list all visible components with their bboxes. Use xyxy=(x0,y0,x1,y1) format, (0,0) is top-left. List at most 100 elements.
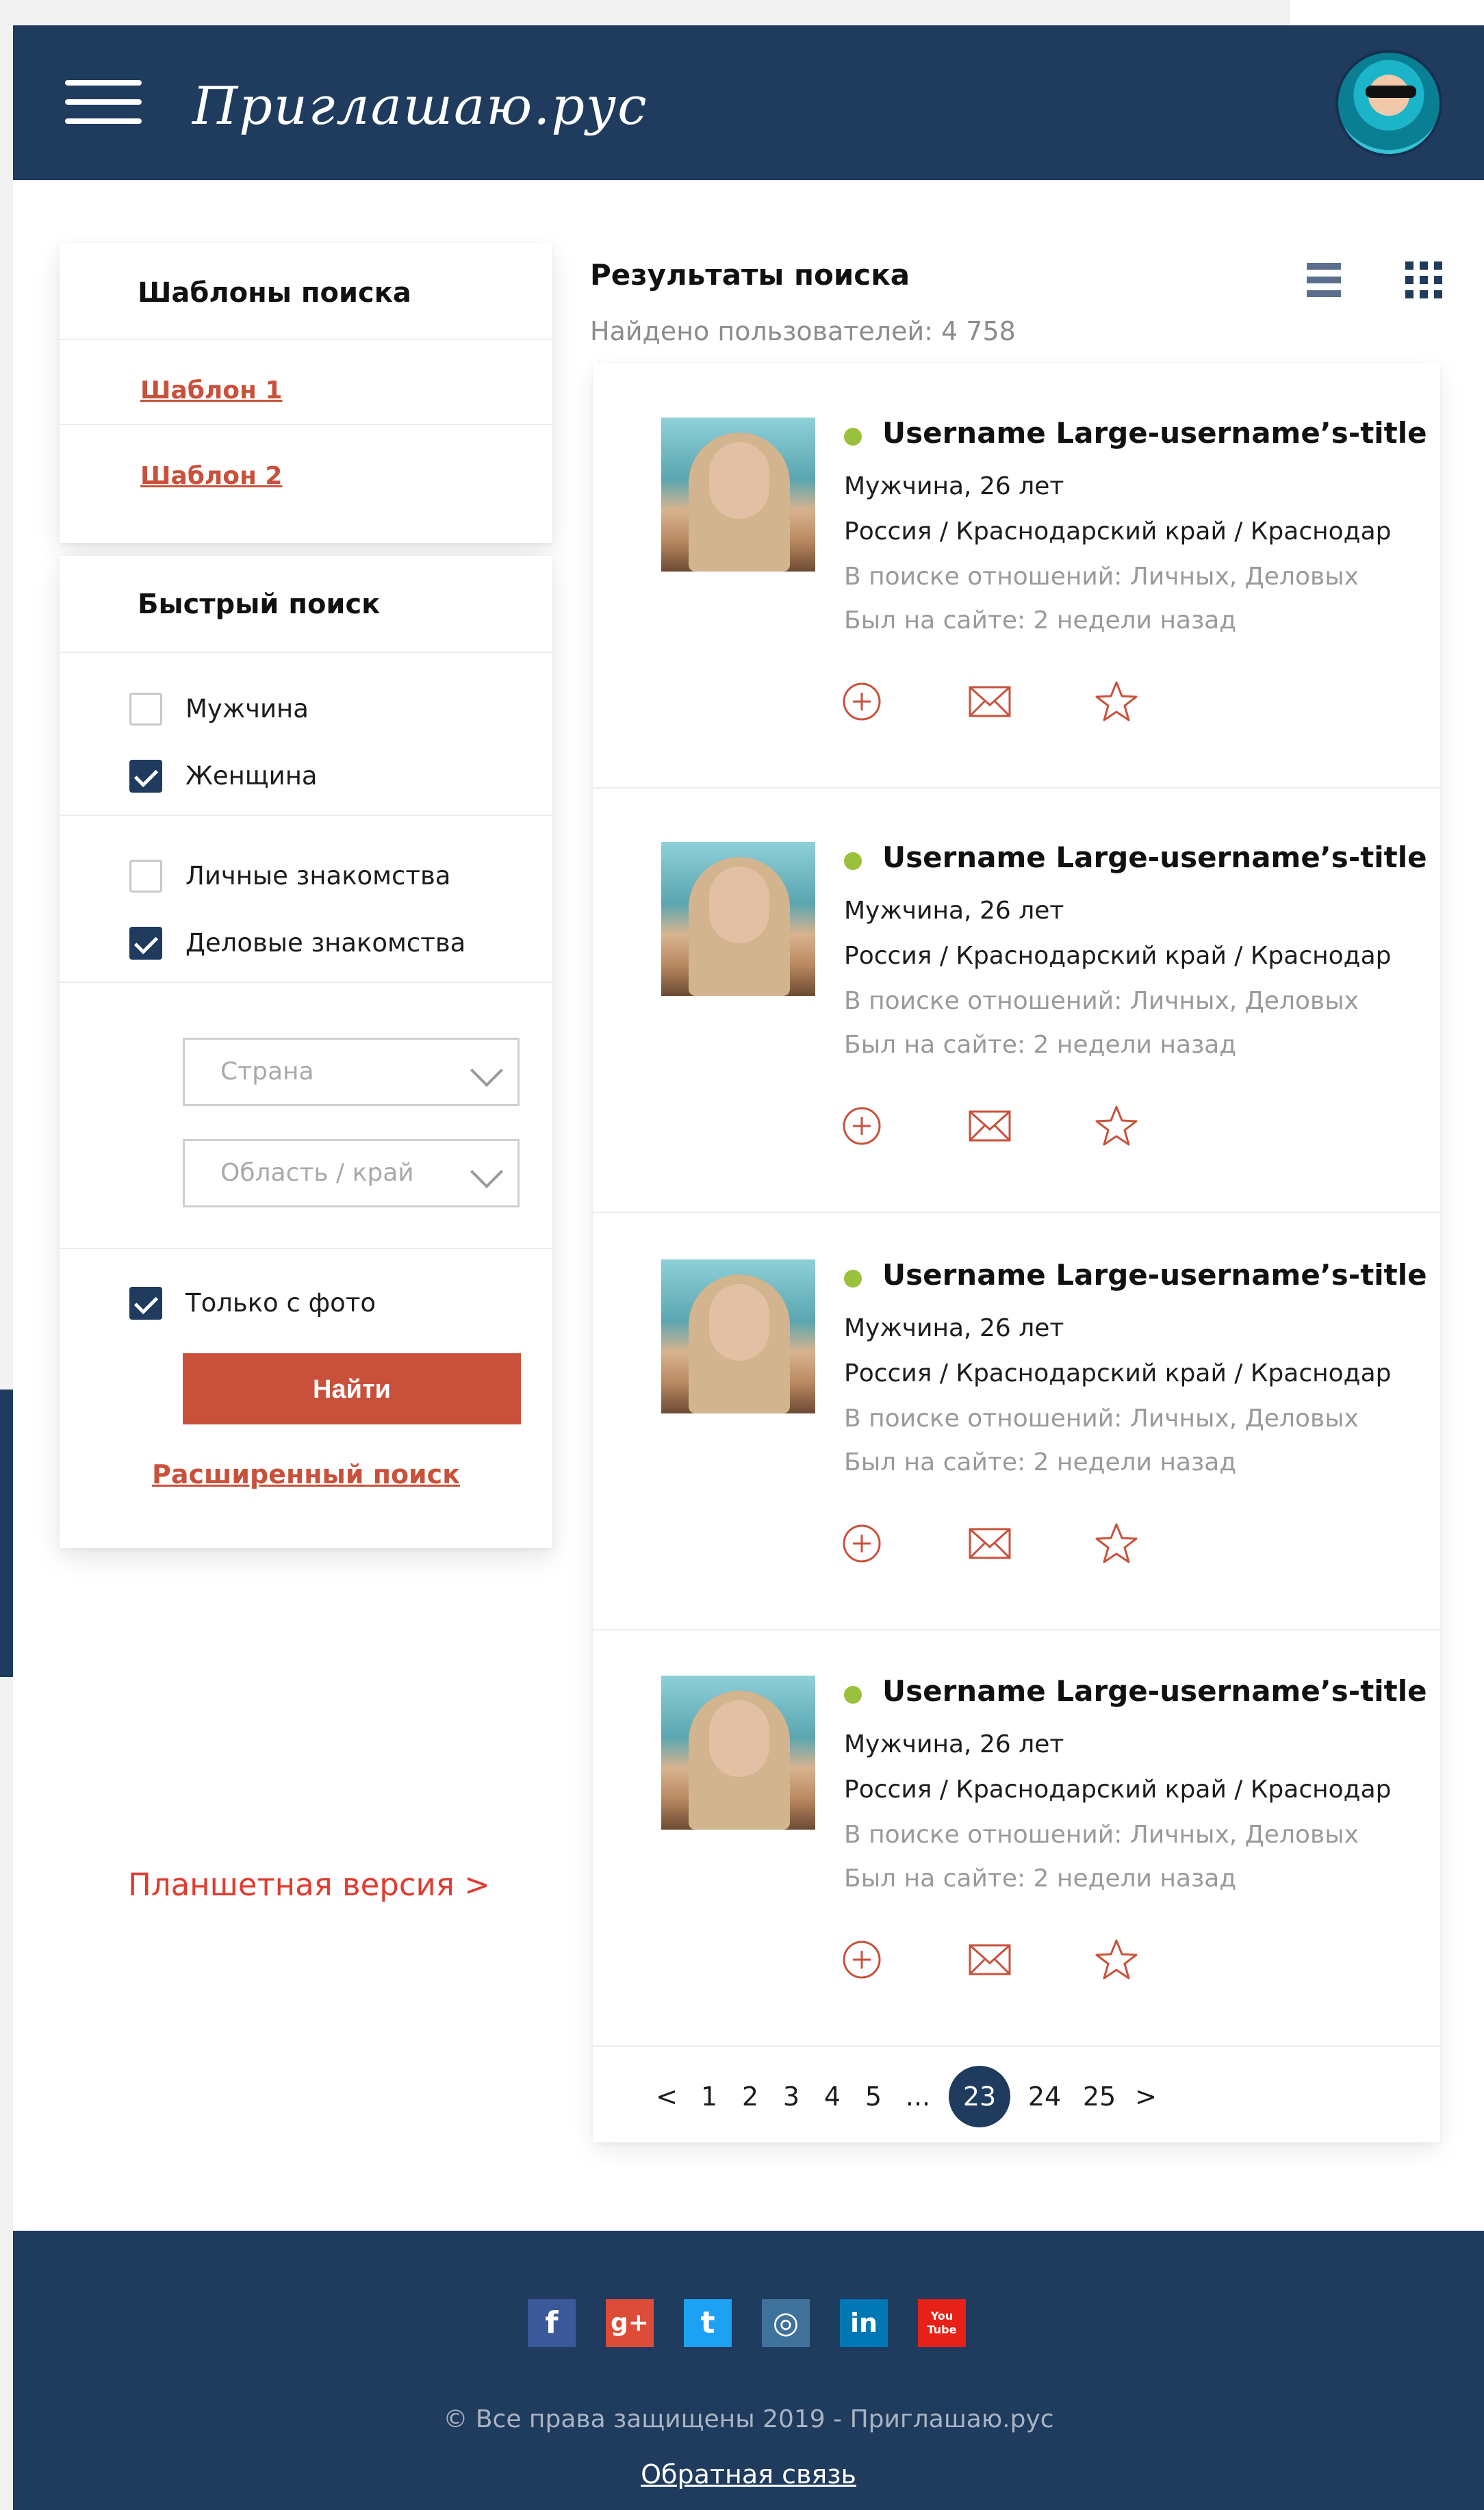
add-friend-icon[interactable] xyxy=(838,1102,886,1150)
quick-search-panel: Быстрый поиск Мужчина Женщина Личные зна… xyxy=(60,556,552,1548)
quick-search-title: Быстрый поиск xyxy=(138,589,381,620)
pagination-page[interactable]: 4 xyxy=(819,2073,846,2121)
user-location: Россия / Краснодарский край / Краснодар xyxy=(844,517,1392,546)
user-photo[interactable] xyxy=(661,1259,815,1413)
footer: f g+ t ◎ in You Tube © Все права защищен… xyxy=(13,2231,1484,2510)
message-icon[interactable] xyxy=(966,678,1014,726)
list-view-icon[interactable] xyxy=(1307,261,1341,300)
username-link[interactable]: Username Large-username’s-title xyxy=(882,841,1427,874)
user-gender-age: Мужчина, 26 лет xyxy=(844,897,1064,925)
template-link-1[interactable]: Шаблон 1 xyxy=(140,376,282,405)
pagination-page[interactable]: 1 xyxy=(695,2073,723,2121)
user-gender-age: Мужчина, 26 лет xyxy=(844,472,1064,500)
message-icon[interactable] xyxy=(966,1102,1014,1150)
grid-view-icon[interactable] xyxy=(1405,261,1442,298)
pagination-page[interactable]: 3 xyxy=(778,2073,805,2121)
user-photo[interactable] xyxy=(661,418,815,572)
user-last-seen: Был на сайте: 2 недели назад xyxy=(844,1448,1237,1476)
online-status-icon xyxy=(844,428,862,446)
results-list: Username Large-username’s-title Мужчина,… xyxy=(593,363,1440,2142)
twitter-icon[interactable]: t xyxy=(684,2299,732,2347)
user-last-seen: Был на сайте: 2 недели назад xyxy=(844,1031,1237,1059)
find-button[interactable]: Найти xyxy=(183,1353,521,1424)
facebook-icon[interactable]: f xyxy=(528,2299,576,2347)
add-friend-icon[interactable] xyxy=(838,678,886,726)
user-photo[interactable] xyxy=(661,842,815,996)
message-icon[interactable] xyxy=(966,1936,1014,1984)
youtube-icon[interactable]: You Tube xyxy=(918,2299,966,2347)
online-status-icon xyxy=(844,1270,862,1288)
checkbox-photo-only-box[interactable] xyxy=(129,1287,162,1320)
chevron-down-icon xyxy=(470,1155,504,1189)
pagination-page-current[interactable]: 23 xyxy=(949,2066,1010,2127)
pagination-page[interactable]: 25 xyxy=(1079,2073,1120,2121)
checkbox-personal[interactable]: Личные знакомства xyxy=(129,858,450,894)
checkbox-female-box[interactable] xyxy=(129,760,162,793)
checkbox-business[interactable]: Деловые знакомства xyxy=(129,925,466,961)
page: Приглашаю.рус Шаблоны поиска Шаблон 1 Ша… xyxy=(13,25,1484,2510)
google-plus-icon[interactable]: g+ xyxy=(606,2299,654,2347)
background-panel-edge xyxy=(0,1390,13,1677)
advanced-search-link[interactable]: Расширенный поиск xyxy=(60,1459,552,1489)
online-status-icon xyxy=(844,1686,862,1704)
results-title: Результаты поиска xyxy=(590,258,910,292)
header: Приглашаю.рус xyxy=(13,25,1484,180)
pagination-next[interactable]: > xyxy=(1134,2073,1158,2121)
user-photo[interactable] xyxy=(661,1676,815,1830)
pagination-page[interactable]: 24 xyxy=(1024,2073,1065,2121)
instagram-icon[interactable]: ◎ xyxy=(762,2299,810,2347)
copyright-text: © Все права защищены 2019 - Приглашаю.ру… xyxy=(443,2405,1054,2433)
user-avatar[interactable] xyxy=(1335,50,1442,157)
favorite-star-icon[interactable] xyxy=(1092,678,1140,726)
user-looking-for: В поиске отношений: Личных, Деловых xyxy=(844,563,1359,591)
username-link[interactable]: Username Large-username’s-title xyxy=(882,1258,1427,1292)
user-gender-age: Мужчина, 26 лет xyxy=(844,1314,1064,1342)
checkbox-female[interactable]: Женщина xyxy=(129,758,318,794)
checkbox-photo-only[interactable]: Только с фото xyxy=(129,1285,376,1321)
tablet-version-link[interactable]: Планшетная версия > xyxy=(128,1867,490,1903)
user-looking-for: В поиске отношений: Личных, Деловых xyxy=(844,1405,1359,1433)
favorite-star-icon[interactable] xyxy=(1092,1520,1140,1567)
menu-icon[interactable] xyxy=(65,80,142,124)
region-select[interactable]: Область / край xyxy=(183,1139,520,1207)
message-icon[interactable] xyxy=(966,1520,1014,1567)
favorite-star-icon[interactable] xyxy=(1092,1936,1140,1984)
country-select[interactable]: Страна xyxy=(183,1038,520,1106)
pagination-ellipsis: ... xyxy=(905,2082,931,2112)
background-strip xyxy=(1290,0,1484,25)
checkbox-male-box[interactable] xyxy=(129,693,162,726)
checkbox-male[interactable]: Мужчина xyxy=(129,691,309,727)
chevron-down-icon xyxy=(470,1053,504,1088)
user-card: Username Large-username’s-title Мужчина,… xyxy=(593,363,1440,789)
checkbox-business-box[interactable] xyxy=(129,927,162,960)
add-friend-icon[interactable] xyxy=(838,1520,886,1567)
user-looking-for: В поиске отношений: Личных, Деловых xyxy=(844,987,1359,1015)
pagination-page[interactable]: 2 xyxy=(737,2073,764,2121)
online-status-icon xyxy=(844,852,862,870)
user-gender-age: Мужчина, 26 лет xyxy=(844,1730,1064,1758)
username-link[interactable]: Username Large-username’s-title xyxy=(882,1674,1427,1708)
user-location: Россия / Краснодарский край / Краснодар xyxy=(844,942,1392,970)
user-last-seen: Был на сайте: 2 недели назад xyxy=(844,606,1237,635)
username-link[interactable]: Username Large-username’s-title xyxy=(882,416,1427,450)
site-logo[interactable]: Приглашаю.рус xyxy=(192,72,648,140)
user-location: Россия / Краснодарский край / Краснодар xyxy=(844,1359,1392,1387)
user-card: Username Large-username’s-title Мужчина,… xyxy=(593,1205,1440,1630)
pagination-prev[interactable]: < xyxy=(654,2073,679,2121)
pagination-page[interactable]: 5 xyxy=(860,2073,887,2121)
pagination: < 1 2 3 4 5 ... 23 24 25 > xyxy=(593,2047,1440,2142)
add-friend-icon[interactable] xyxy=(838,1936,886,1984)
favorite-star-icon[interactable] xyxy=(1092,1102,1140,1150)
user-card: Username Large-username’s-title Мужчина,… xyxy=(593,1621,1440,2047)
feedback-link[interactable]: Обратная связь xyxy=(13,2459,1484,2489)
user-looking-for: В поиске отношений: Личных, Деловых xyxy=(844,1821,1359,1849)
checkbox-business-label: Деловые знакомства xyxy=(186,928,466,958)
template-link-2[interactable]: Шаблон 2 xyxy=(140,462,282,490)
templates-panel: Шаблоны поиска Шаблон 1 Шаблон 2 xyxy=(60,243,552,543)
templates-title: Шаблоны поиска xyxy=(138,277,411,309)
checkbox-personal-box[interactable] xyxy=(129,860,162,893)
linkedin-icon[interactable]: in xyxy=(840,2299,888,2347)
checkbox-male-label: Мужчина xyxy=(186,694,309,723)
user-location: Россия / Краснодарский край / Краснодар xyxy=(844,1776,1392,1804)
checkbox-photo-only-label: Только с фото xyxy=(186,1288,376,1318)
